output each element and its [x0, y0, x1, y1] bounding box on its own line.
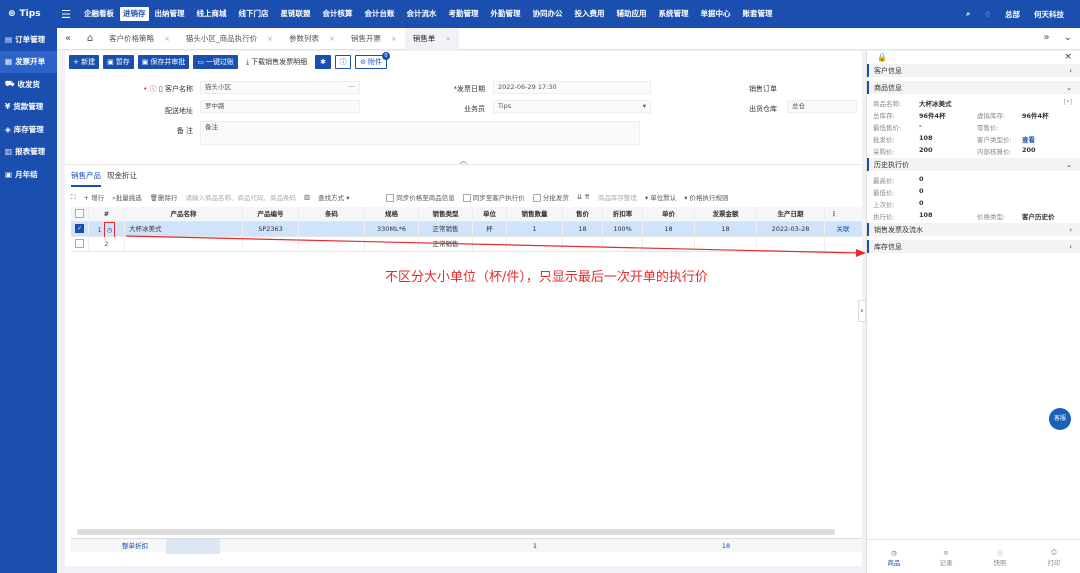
kv-value: 大杯冰美式 — [919, 100, 952, 108]
chevron-left-icon: ‹ — [1069, 66, 1072, 75]
panel-bottom-tabs: ◷ 商品 ≋ 记录 ⓘ 快照 ⎙ 打印 — [867, 539, 1080, 573]
history-row: 上次价: 0 — [867, 197, 1080, 209]
printer-icon: ⎙ — [1051, 548, 1057, 556]
tab-label: 打印 — [1047, 559, 1061, 567]
kv-key: 执行价: — [873, 213, 895, 221]
tab-goods[interactable]: ◷ 商品 — [869, 549, 919, 567]
kv-value: - — [919, 122, 922, 130]
panel-header: 🔒 × — [867, 51, 1080, 64]
kv-key: 商品名称: — [873, 100, 902, 108]
section-title: 销售发票及流水 — [874, 225, 923, 234]
goods-row: 批发价: 108 客户类型价: 查看 — [867, 132, 1080, 144]
kv-value: 96件4杯 — [919, 112, 946, 120]
kv-key: 最高价: — [873, 177, 895, 185]
section-history-price[interactable]: 历史执行价 ⌄ — [867, 158, 1080, 171]
kv-key: 零售价: — [977, 124, 999, 132]
lock-icon[interactable]: 🔒 — [877, 53, 887, 62]
clock-icon: ◷ — [891, 549, 897, 557]
tab-print[interactable]: ⎙ 打印 — [1029, 548, 1079, 567]
kv-value: 200 — [1022, 146, 1036, 154]
section-title: 库存信息 — [874, 242, 902, 251]
section-stock[interactable]: 库存信息 ‹ — [867, 240, 1080, 253]
kv-key: 上次价: — [873, 201, 895, 209]
kv-key: 总库存: — [873, 112, 895, 120]
kv-value: 96件4杯 — [1022, 112, 1049, 120]
chevron-down-icon: ⌄ — [1066, 83, 1072, 92]
tab-records[interactable]: ≋ 记录 — [921, 549, 971, 567]
section-goods[interactable]: 商品信息 ⌄ — [867, 81, 1080, 94]
view-link[interactable]: 查看 — [1022, 134, 1035, 144]
tab-label: 商品 — [887, 559, 901, 567]
kv-key: 价格类型: — [977, 213, 1006, 221]
history-info: 最高价: 0 最低价: 0 上次价: 0 执行价: 108 价格类型: 客户历史价 — [867, 171, 1080, 223]
info-icon: ⓘ — [996, 549, 1004, 557]
kv-key: 内部核算价: — [977, 148, 1012, 156]
tab-label: 记录 — [939, 559, 953, 567]
history-row-exec: 执行价: 108 价格类型: 客户历史价 — [867, 209, 1080, 221]
kv-value: 0 — [919, 187, 924, 195]
chevron-left-icon: ‹ — [1069, 225, 1072, 234]
customer-service-button[interactable]: 客服 — [1049, 408, 1071, 430]
kefu-label: 客服 — [1053, 415, 1066, 422]
history-row: 最低价: 0 — [867, 185, 1080, 197]
kv-value: 0 — [919, 175, 924, 183]
annotation-text: 不区分大小单位（杯/件），只显示最后一次开单的执行价 — [385, 270, 708, 285]
kv-value: 客户历史价 — [1022, 213, 1055, 221]
goods-row: 最低售价: - 零售价: — [867, 120, 1080, 132]
section-invoice-flow[interactable]: 销售发票及流水 ‹ — [867, 223, 1080, 236]
history-row: 最高价: 0 — [867, 173, 1080, 185]
kv-value: 108 — [919, 211, 933, 219]
tab-label: 快照 — [993, 559, 1007, 567]
goods-row: 采购价: 200 内部核算价: 200 — [867, 144, 1080, 156]
panel-collapse-handle[interactable]: ‹ — [858, 300, 866, 322]
chevron-left-icon: ‹ — [1069, 242, 1072, 251]
record-icon: ≋ — [943, 549, 949, 557]
kv-key: 采购价: — [873, 148, 895, 156]
goods-row: 总库存: 96件4杯 虚拟库存: 96件4杯 — [867, 108, 1080, 120]
section-title: 历史执行价 — [874, 160, 909, 169]
kv-key: 批发价: — [873, 136, 895, 144]
kv-value: 0 — [919, 199, 924, 207]
info-panel: 🔒 × 客户信息 ‹ 商品信息 ⌄ 商品名称: 大杯冰美式 [*] 总库存: 96件4杯 虚… — [866, 51, 1080, 573]
marker: [*] — [1063, 98, 1072, 106]
chevron-down-icon: ⌄ — [1066, 160, 1072, 169]
close-icon[interactable]: × — [1064, 52, 1072, 62]
goods-info: 商品名称: 大杯冰美式 [*] 总库存: 96件4杯 虚拟库存: 96件4杯 最低售价: -… — [867, 94, 1080, 158]
goods-row: 商品名称: 大杯冰美式 [*] — [867, 96, 1080, 108]
kv-value: 108 — [919, 134, 933, 142]
kv-value: 200 — [919, 146, 933, 154]
kv-key: 客户类型价: — [977, 136, 1012, 144]
section-customer[interactable]: 客户信息 ‹ — [867, 64, 1080, 77]
kv-key: 最低售价: — [873, 124, 902, 132]
chevron-left-icon: ‹ — [860, 306, 864, 315]
tab-snapshot[interactable]: ⓘ 快照 — [975, 547, 1025, 567]
section-title: 商品信息 — [874, 83, 902, 92]
section-title: 客户信息 — [874, 66, 902, 75]
kv-key: 虚拟库存: — [977, 112, 1006, 120]
kv-key: 最低价: — [873, 189, 895, 197]
